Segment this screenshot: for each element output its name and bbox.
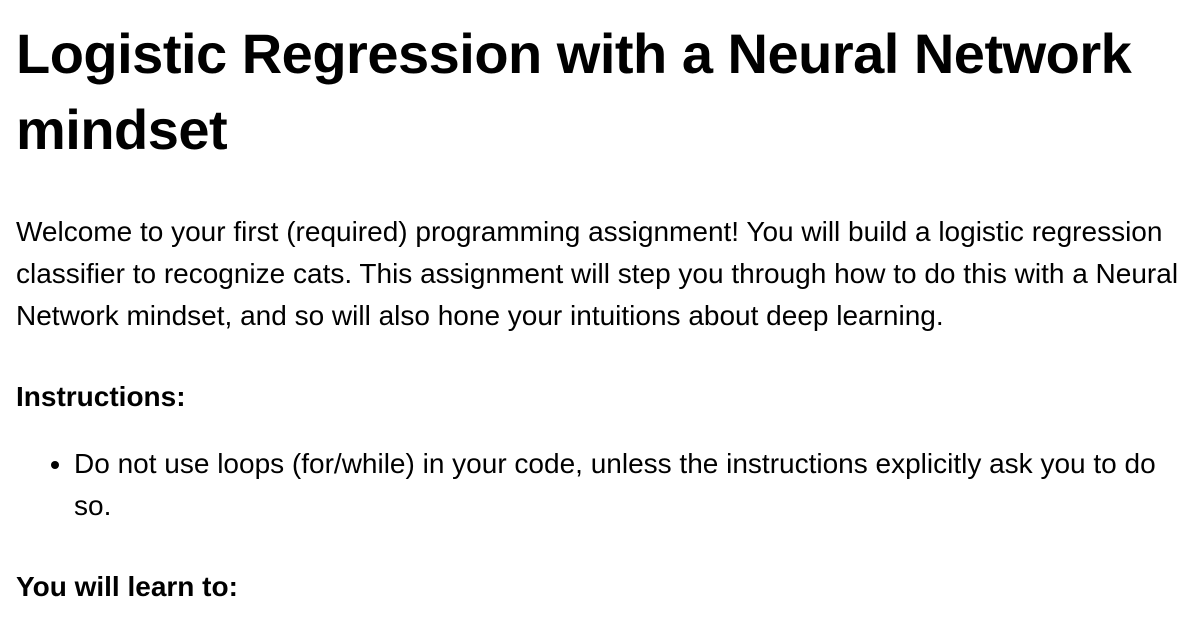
instructions-list: Do not use loops (for/while) in your cod… — [16, 443, 1184, 527]
intro-paragraph: Welcome to your first (required) program… — [16, 211, 1184, 337]
list-item: Do not use loops (for/while) in your cod… — [74, 443, 1184, 527]
learn-heading: You will learn to: — [16, 571, 1184, 603]
instructions-heading: Instructions: — [16, 381, 1184, 413]
page-title: Logistic Regression with a Neural Networ… — [16, 16, 1184, 167]
